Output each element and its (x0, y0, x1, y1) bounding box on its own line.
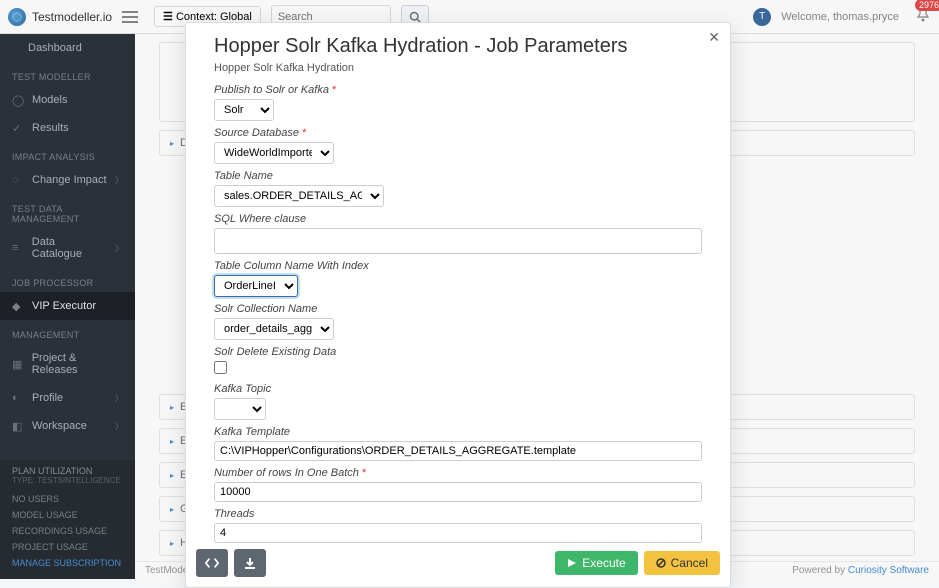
solr-collection-select[interactable]: order_details_aggregate (214, 318, 334, 340)
threads-input[interactable] (214, 523, 702, 543)
label-source-db: Source Database * (214, 127, 702, 139)
sidebar-group-mgmt: MANAGEMENT (0, 320, 135, 344)
label-kafka-topic: Kafka Topic (214, 383, 702, 395)
modal-subtitle: Hopper Solr Kafka Hydration (214, 62, 702, 74)
sidebar-item-project-releases[interactable]: ▦Project & Releases (0, 344, 135, 384)
code-button[interactable] (196, 549, 228, 577)
sidebar-group-impact: IMPACT ANALYSIS (0, 142, 135, 166)
label-solr-delete: Solr Delete Existing Data (214, 346, 702, 358)
brand: Testmodeller.io (8, 8, 112, 26)
col-index-select[interactable]: OrderLineID (214, 275, 298, 297)
label-threads: Threads (214, 508, 702, 520)
notif-badge: 2976 (915, 0, 939, 11)
label-table-name: Table Name (214, 170, 702, 182)
execute-button[interactable]: Execute (555, 551, 637, 575)
sidebar-item-results[interactable]: ✓Results (0, 114, 135, 142)
play-icon (567, 558, 577, 568)
sidebar-utilization: PLAN UTILIZATION TYPE: TESTSINTELLIGENCE… (0, 460, 135, 579)
sql-where-input[interactable] (214, 228, 702, 254)
sidebar-item-change-impact[interactable]: ◌Change Impact〉 (0, 166, 135, 194)
welcome-text: Welcome, thomas.pryce (781, 11, 899, 23)
publish-select[interactable]: Solr (214, 99, 274, 121)
sidebar-item-dashboard[interactable]: Dashboard (0, 34, 135, 62)
batch-rows-input[interactable] (214, 482, 702, 502)
curiosity-link[interactable]: Curiosity Software (848, 565, 929, 576)
label-sql-where: SQL Where clause (214, 213, 702, 225)
brand-logo-icon (8, 8, 26, 26)
sidebar-item-vip-executor[interactable]: ◆VIP Executor (0, 292, 135, 320)
search-icon (409, 11, 421, 23)
kafka-template-input[interactable] (214, 441, 702, 461)
sidebar-item-data-catalogue[interactable]: ≡Data Catalogue〉 (0, 228, 135, 268)
table-name-select[interactable]: sales.ORDER_DETAILS_AGGREGATE (214, 185, 384, 207)
util-row[interactable]: PROJECT USAGE (12, 539, 123, 555)
menu-icon[interactable] (122, 6, 144, 28)
solr-delete-checkbox[interactable] (214, 361, 227, 374)
sidebar-group-testmodeller: TEST MODELLER (0, 62, 135, 86)
util-row[interactable]: MODEL USAGE (12, 507, 123, 523)
util-row[interactable]: RECORDINGS USAGE (12, 523, 123, 539)
code-icon (205, 557, 219, 569)
sidebar: Dashboard TEST MODELLER ◯Models ✓Results… (0, 34, 135, 579)
sidebar-group-jobproc: JOB PROCESSOR (0, 268, 135, 292)
modal-title: Hopper Solr Kafka Hydration - Job Parame… (214, 35, 702, 58)
brand-text: Testmodeller.io (32, 10, 112, 24)
kafka-topic-select[interactable] (214, 398, 266, 420)
job-params-modal: ✕ Hopper Solr Kafka Hydration - Job Para… (185, 22, 731, 588)
sidebar-item-models[interactable]: ◯Models (0, 86, 135, 114)
util-row[interactable]: NO USERS (12, 491, 123, 507)
label-solr-collection: Solr Collection Name (214, 303, 702, 315)
cancel-button[interactable]: Cancel (644, 551, 720, 575)
avatar[interactable]: T (753, 8, 771, 26)
sidebar-group-tdm: TEST DATA MANAGEMENT (0, 194, 135, 228)
cancel-icon (656, 558, 666, 568)
label-batch-rows: Number of rows In One Batch * (214, 467, 702, 479)
manage-subscription-link[interactable]: MANAGE SUBSCRIPTION (12, 555, 123, 571)
label-col-index: Table Column Name With Index (214, 260, 702, 272)
download-icon (244, 557, 256, 569)
label-kafka-template: Kafka Template (214, 426, 702, 438)
download-button[interactable] (234, 549, 266, 577)
close-button[interactable]: ✕ (708, 29, 720, 46)
footer-powered: Powered by Curiosity Software (792, 565, 929, 576)
modal-footer: Execute Cancel (186, 543, 730, 577)
sidebar-item-profile[interactable]: ◐Profile〉 (0, 384, 135, 412)
notifications[interactable]: 2976 (915, 7, 931, 26)
source-db-select[interactable]: WideWorldImportersDev (214, 142, 334, 164)
sidebar-item-workspace[interactable]: ◧Workspace〉 (0, 412, 135, 440)
label-publish: Publish to Solr or Kafka * (214, 84, 702, 96)
